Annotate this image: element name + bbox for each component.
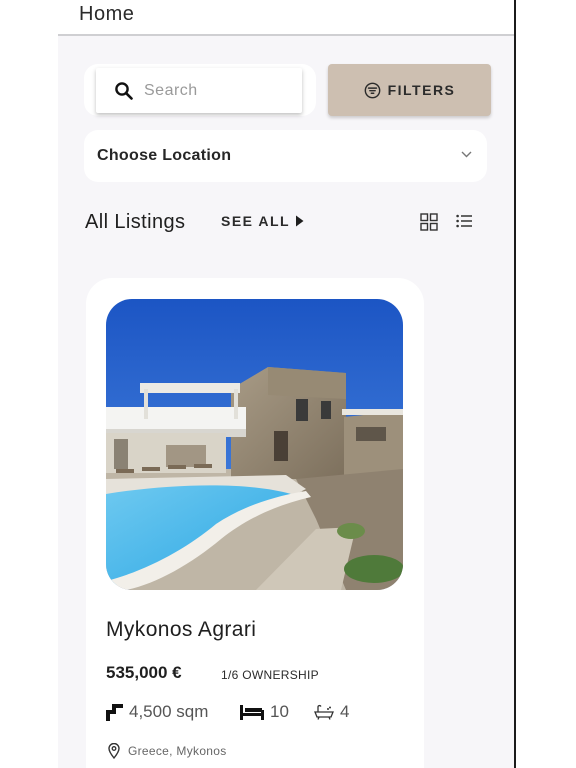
- listing-bathrooms-value: 4: [340, 702, 350, 721]
- listing-location: Greece, Mykonos: [108, 743, 227, 759]
- play-arrow-icon: [296, 215, 304, 227]
- filters-button[interactable]: FILTERS: [328, 64, 491, 116]
- listing-price: 535,000 €: [106, 663, 182, 682]
- bathtub-icon: [314, 704, 334, 720]
- bed-icon: [240, 704, 264, 720]
- see-all-label: SEE ALL: [221, 213, 291, 229]
- listing-area: 4,500 sqm: [106, 702, 208, 722]
- search-icon: [115, 82, 133, 100]
- listing-card[interactable]: Mykonos Agrari 535,000 € 1/6 OWNERSHIP 4…: [86, 278, 424, 768]
- location-dropdown-value: Choose Location: [97, 147, 232, 164]
- section-title: All Listings: [85, 211, 186, 233]
- listing-bedrooms: 10: [240, 702, 289, 722]
- search-input[interactable]: [144, 77, 294, 105]
- window-border: [514, 0, 516, 768]
- location-pin-icon: [108, 743, 120, 759]
- list-view-icon[interactable]: [456, 214, 472, 228]
- search-field[interactable]: [96, 68, 302, 113]
- chevron-down-icon: [461, 151, 472, 158]
- listing-bathrooms: 4: [314, 702, 349, 722]
- page-title: Home: [79, 3, 135, 25]
- listing-bedrooms-value: 10: [270, 702, 289, 721]
- listing-ownership: 1/6 OWNERSHIP: [221, 668, 319, 682]
- listing-title: Mykonos Agrari: [106, 618, 257, 641]
- area-icon: [106, 703, 123, 721]
- grid-view-icon[interactable]: [420, 213, 438, 231]
- location-dropdown[interactable]: Choose Location: [84, 130, 487, 182]
- listing-photo[interactable]: [106, 299, 403, 590]
- filters-label: FILTERS: [387, 82, 456, 98]
- filter-icon: [364, 82, 380, 98]
- app-screen: Home FILTERS Choose Location All Listing…: [58, 0, 514, 768]
- header: Home: [58, 0, 514, 36]
- search-box: [84, 64, 316, 116]
- listing-location-text: Greece, Mykonos: [128, 744, 227, 758]
- listing-area-value: 4,500 sqm: [129, 702, 209, 721]
- see-all-link[interactable]: SEE ALL: [221, 213, 304, 229]
